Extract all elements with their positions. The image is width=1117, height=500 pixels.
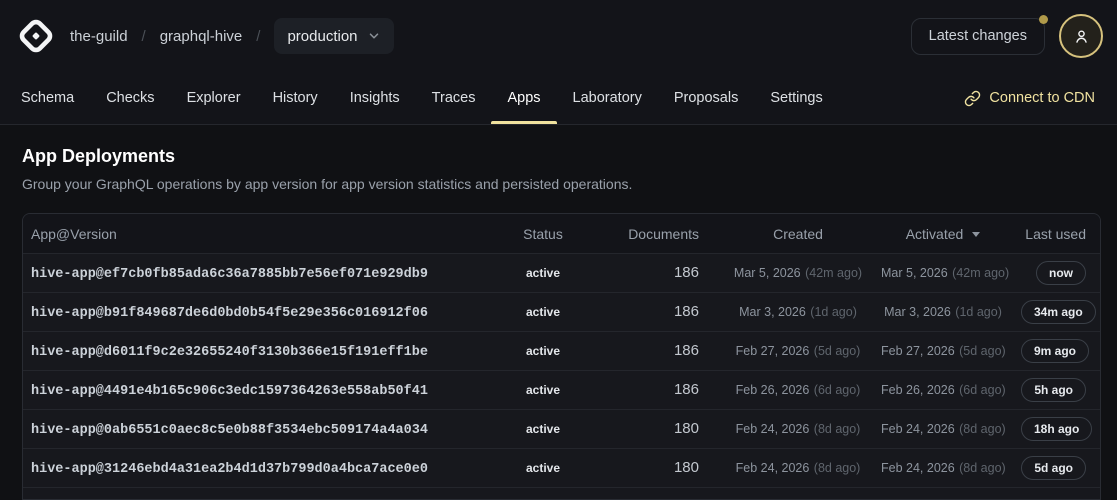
status-cell: active (526, 461, 560, 475)
activated-date: Feb 26, 2026 (881, 383, 955, 397)
status-cell: active (526, 266, 560, 280)
top-header: the-guild / graphql-hive / production La… (0, 0, 1117, 72)
table-row[interactable]: hive-app@0ab6551c0aec8c5e0b88f3534ebc509… (23, 409, 1100, 448)
column-header-last-used[interactable]: Last used (1013, 226, 1100, 242)
activated-date: Feb 24, 2026 (881, 461, 955, 475)
app-version-cell: hive-app@ef7cb0fb85ada6c36a7885bb7e56ef0… (31, 267, 428, 282)
created-date: Feb 27, 2026 (736, 344, 810, 358)
activated-relative: (1d ago) (955, 305, 1002, 319)
tab-apps[interactable]: Apps (491, 72, 556, 124)
breadcrumb-org[interactable]: the-guild (70, 28, 128, 45)
created-date: Mar 5, 2026 (734, 266, 801, 280)
status-cell: active (526, 305, 560, 319)
activated-date: Feb 27, 2026 (881, 344, 955, 358)
target-selector[interactable]: production (274, 18, 393, 54)
user-avatar[interactable] (1059, 14, 1103, 58)
table-row[interactable]: hive-app@ef7cb0fb85ada6c36a7885bb7e56ef0… (23, 253, 1100, 292)
hive-logo-icon[interactable] (18, 18, 54, 54)
breadcrumb-project[interactable]: graphql-hive (160, 28, 243, 45)
tab-proposals[interactable]: Proposals (658, 72, 754, 124)
created-relative: (8d ago) (814, 461, 861, 475)
header-actions: Latest changes (911, 14, 1103, 58)
activated-relative: (42m ago) (952, 266, 1009, 280)
documents-cell: 180 (674, 459, 699, 476)
table-row[interactable]: hive-app@31246ebd4a31ea2b4d1d37b799d0a4b… (23, 448, 1100, 487)
created-date: Mar 3, 2026 (739, 305, 806, 319)
tab-insights[interactable]: Insights (334, 72, 416, 124)
page-description: Group your GraphQL operations by app ver… (22, 176, 1101, 193)
created-date: Feb 24, 2026 (736, 461, 810, 475)
user-icon (1072, 27, 1091, 46)
latest-changes-label: Latest changes (929, 28, 1027, 44)
notification-dot (1039, 15, 1048, 24)
app-version-cell: hive-app@0ab6551c0aec8c5e0b88f3534ebc509… (31, 423, 428, 438)
page-title: App Deployments (22, 145, 1101, 167)
activated-date: Mar 5, 2026 (881, 266, 948, 280)
activated-relative: (5d ago) (959, 344, 1006, 358)
column-header-created[interactable]: Created (723, 226, 873, 242)
app-version-cell: hive-app@d6011f9c2e32655240f3130b366e15f… (31, 345, 428, 360)
tab-traces[interactable]: Traces (416, 72, 492, 124)
activated-date: Feb 24, 2026 (881, 422, 955, 436)
tab-schema[interactable]: Schema (5, 72, 90, 124)
app-version-cell: hive-app@31246ebd4a31ea2b4d1d37b799d0a4b… (31, 462, 428, 477)
table-header-row: App@Version Status Documents Created Act… (23, 214, 1100, 253)
column-header-activated-label: Activated (906, 226, 964, 242)
app-version-cell: hive-app@b91f849687de6d0bd0b54f5e29e356c… (31, 306, 428, 321)
last-used-badge: 18h ago (1021, 417, 1092, 441)
column-header-app-version[interactable]: App@Version (23, 226, 493, 242)
connect-to-cdn-label: Connect to CDN (989, 90, 1095, 106)
documents-cell: 186 (674, 264, 699, 281)
tab-laboratory[interactable]: Laboratory (557, 72, 658, 124)
created-relative: (1d ago) (810, 305, 857, 319)
status-cell: active (526, 422, 560, 436)
created-date: Feb 26, 2026 (736, 383, 810, 397)
activated-relative: (8d ago) (959, 422, 1006, 436)
table-row[interactable]: hive-app@d6011f9c2e32655240f3130b366e15f… (23, 331, 1100, 370)
tab-history[interactable]: History (257, 72, 334, 124)
activated-date: Mar 3, 2026 (884, 305, 951, 319)
created-relative: (42m ago) (805, 266, 862, 280)
tab-checks[interactable]: Checks (90, 72, 170, 124)
table-row[interactable]: hive-app@b91f849687de6d0bd0b54f5e29e356c… (23, 292, 1100, 331)
created-relative: (5d ago) (814, 344, 861, 358)
last-used-badge: 5h ago (1021, 378, 1086, 402)
last-used-badge: 34m ago (1021, 300, 1096, 324)
column-header-documents[interactable]: Documents (593, 226, 723, 242)
status-cell: active (526, 383, 560, 397)
activated-relative: (8d ago) (959, 461, 1006, 475)
breadcrumb: the-guild / graphql-hive / production (70, 18, 394, 54)
last-used-badge: 5d ago (1021, 456, 1086, 480)
created-relative: (8d ago) (814, 422, 861, 436)
link-icon (964, 90, 981, 107)
target-selector-label: production (287, 28, 357, 45)
documents-cell: 180 (674, 420, 699, 437)
last-used-badge: 9m ago (1021, 339, 1089, 363)
breadcrumb-separator: / (142, 28, 146, 45)
connect-to-cdn-link[interactable]: Connect to CDN (958, 72, 1101, 124)
created-date: Feb 24, 2026 (736, 422, 810, 436)
app-deployments-table: App@Version Status Documents Created Act… (22, 213, 1101, 500)
main-content: App Deployments Group your GraphQL opera… (0, 125, 1117, 500)
app-version-cell: hive-app@4491e4b165c906c3edc1597364263e5… (31, 384, 428, 399)
tab-settings[interactable]: Settings (754, 72, 838, 124)
documents-cell: 186 (674, 342, 699, 359)
tab-bar: Schema Checks Explorer History Insights … (0, 72, 1117, 125)
activated-relative: (6d ago) (959, 383, 1006, 397)
table-row[interactable]: hive-app@4491e4b165c906c3edc1597364263e5… (23, 370, 1100, 409)
tab-explorer[interactable]: Explorer (171, 72, 257, 124)
created-relative: (6d ago) (814, 383, 861, 397)
status-cell: active (526, 344, 560, 358)
chevron-down-icon (367, 29, 381, 43)
documents-cell: 186 (674, 303, 699, 320)
column-header-activated[interactable]: Activated (873, 226, 1013, 242)
sort-desc-icon (972, 232, 980, 237)
last-used-badge: now (1036, 261, 1086, 285)
documents-cell: 186 (674, 381, 699, 398)
latest-changes-button[interactable]: Latest changes (911, 18, 1045, 55)
column-header-status[interactable]: Status (493, 226, 593, 242)
breadcrumb-separator: / (256, 28, 260, 45)
